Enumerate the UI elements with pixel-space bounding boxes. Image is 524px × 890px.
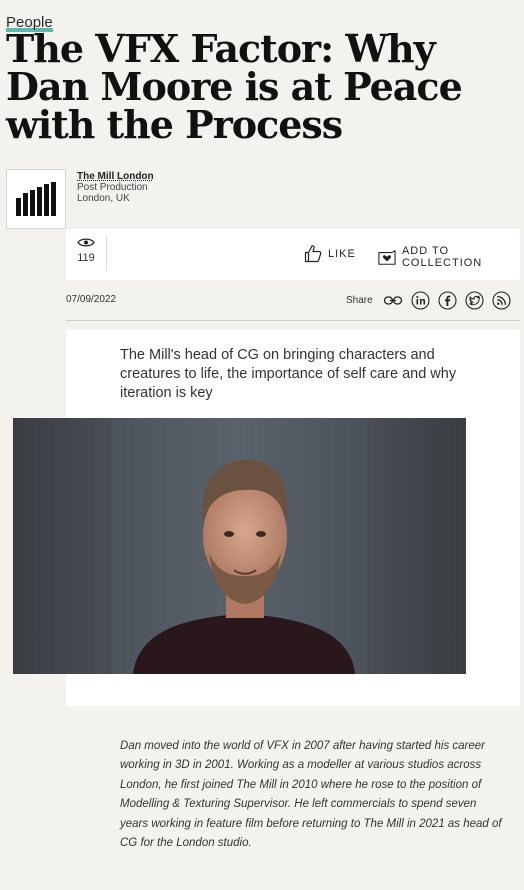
article-title: The VFX Factor: Why Dan Moore is at Peac… [6,26,463,147]
heart-box-icon [378,249,396,265]
publish-date: 07/09/2022 [66,294,117,305]
like-label: LIKE [328,247,356,260]
share-bar: Share [346,291,511,310]
the-mill-logo-icon [16,182,56,216]
view-count-value: 119 [77,252,95,264]
eye-icon [77,238,95,247]
article-page: People The VFX Factor: Why Dan Moore is … [0,0,524,890]
stats-divider [106,237,107,271]
facebook-icon[interactable] [438,291,457,310]
portrait-photo [13,418,466,674]
add-to-collection-label: ADD TO COLLECTION [401,245,483,269]
thumbs-up-icon [304,245,322,263]
company-name-link[interactable]: The Mill London [77,171,154,182]
article-lede: The Mill's head of CG on bringing charac… [120,347,457,401]
linkedin-icon[interactable] [411,291,430,310]
company-type: Post Production [77,182,148,193]
share-label: Share [346,295,373,306]
meta-divider [66,320,520,321]
rss-icon[interactable] [492,291,511,310]
company-location: London, UK [77,193,130,204]
link-icon[interactable] [383,291,403,310]
view-count: 119 [66,237,106,264]
company-logo[interactable] [6,169,66,229]
stats-bar: 119 LIKE ADD TO COLLECTION [66,229,520,280]
like-button[interactable]: LIKE [304,244,356,263]
company-info: The Mill London Post Production London, … [77,171,154,204]
add-to-collection-button[interactable]: ADD TO COLLECTION [378,245,520,269]
twitter-icon[interactable] [465,291,484,310]
image-caption: Dan moved into the world of VFX in 2007 … [120,740,502,850]
